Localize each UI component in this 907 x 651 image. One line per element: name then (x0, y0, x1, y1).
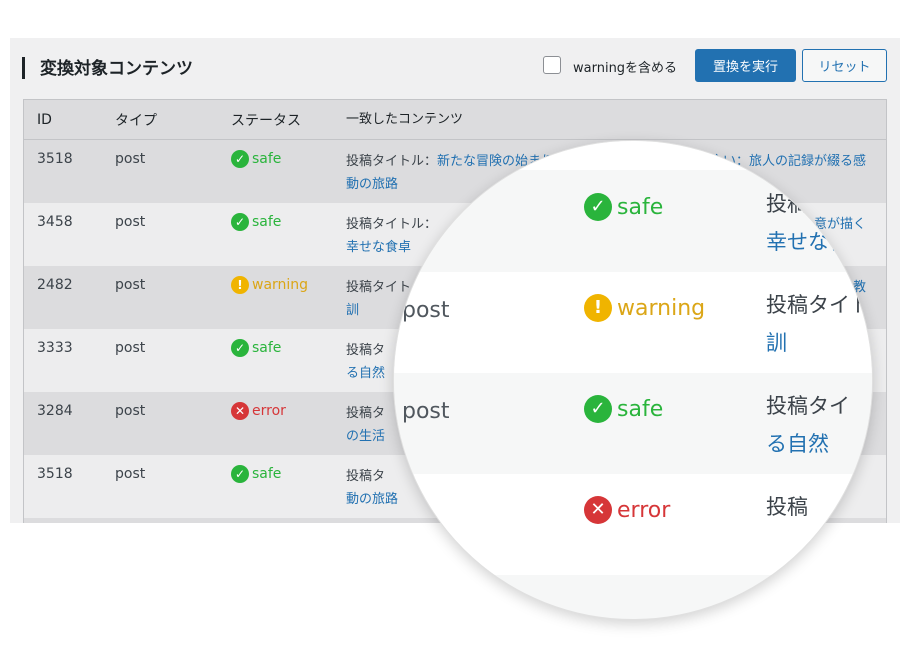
x-circle-icon: ✕ (584, 496, 612, 524)
magnified-status: ✕ error (584, 496, 670, 524)
include-warning-label[interactable]: warningを含める (573, 57, 677, 76)
check-circle-icon: ✓ (584, 193, 612, 221)
status-badge: ✓safe (231, 339, 281, 357)
status-label: safe (617, 194, 664, 220)
status-label: error (252, 403, 286, 419)
exclamation-circle-icon: ! (231, 276, 249, 294)
status-label: safe (252, 466, 282, 482)
magnified-status: ! warning (584, 294, 705, 322)
check-circle-icon: ✓ (231, 213, 249, 231)
cell-type: post (115, 277, 146, 293)
status-badge: ✓safe (584, 193, 663, 221)
magnified-status: ✓ safe (584, 395, 663, 423)
status-label: warning (252, 277, 309, 293)
cell-type: post (115, 340, 146, 356)
cell-id: 3284 (37, 403, 73, 419)
status-badge: ✓safe (231, 150, 281, 168)
magnified-content-link: 訓 (766, 331, 787, 355)
magnified-content: 投稿タイ る自然 (766, 387, 850, 463)
magnified-content: 投稿 (766, 488, 808, 526)
content-prefix: 投稿タ (346, 406, 386, 421)
column-header-status: ステータス (231, 112, 301, 129)
cell-type: post (115, 151, 146, 167)
x-circle-icon: ✕ (231, 402, 249, 420)
status-badge: ✓safe (584, 395, 663, 423)
status-label: safe (252, 340, 282, 356)
status-label: error (617, 497, 671, 523)
column-header-id: ID (37, 111, 52, 128)
content-prefix: 投稿タ (346, 343, 386, 358)
status-badge: ! warning (231, 276, 308, 294)
magnified-status: ✓ safe (584, 193, 663, 221)
cell-status: ✓safe (231, 329, 346, 392)
execute-replace-button[interactable]: 置換を実行 (695, 49, 796, 82)
column-header-content: 一致したコンテンツ (346, 112, 464, 127)
cell-id: 3333 (37, 340, 73, 356)
cell-type: post (115, 466, 146, 482)
magnified-content: 投稿タ 幸せな食 (766, 185, 850, 261)
status-label: warning (617, 295, 706, 321)
magnified-content-title: 投稿タ (766, 192, 829, 216)
status-badge: ✕ error (231, 402, 286, 420)
magnified-content-title: 投稿タイ (766, 394, 850, 418)
column-header-type: タイプ (115, 112, 157, 129)
magnified-content-link: 幸せな食 (766, 230, 850, 254)
status-badge: ✓safe (231, 465, 281, 483)
status-badge: ✓safe (231, 213, 281, 231)
table-header: ID タイプ ステータス 一致したコンテンツ (24, 100, 886, 140)
magnified-content-title: 投稿 (766, 495, 808, 519)
cell-id: 3518 (37, 466, 73, 482)
magnified-row: post! warning 投稿タイト訓 (394, 272, 872, 373)
magnifier-lens: ✓safe✓safe投稿タ幸せな食post!warning投稿タイト訓post✓… (393, 140, 873, 620)
cell-status: ✓safe (231, 203, 346, 266)
reset-button[interactable]: リセット (802, 49, 887, 82)
magnified-content: 投稿タイト訓 (766, 286, 871, 362)
exclamation-circle-icon: ! (584, 294, 612, 322)
cell-status: ✕ error (231, 392, 346, 455)
status-badge: ! warning (584, 294, 705, 322)
magnified-row: ✓ safe 投稿タ幸せな食 (394, 171, 872, 272)
magnified-content-title: 投稿タイト (766, 293, 871, 317)
magnified-content-link: る自然 (766, 432, 829, 456)
cell-status: ! warning (231, 266, 346, 329)
magnified-type: post (402, 399, 450, 424)
cell-id: 3518 (37, 151, 73, 167)
cell-type: post (115, 214, 146, 230)
cell-status: ✓safe (231, 455, 346, 518)
magnified-rows: ✓safe✓safe投稿タ幸せな食post!warning投稿タイト訓post✓… (394, 141, 872, 619)
check-circle-icon: ✓ (231, 465, 249, 483)
magnified-row: ✕ error 投稿 (394, 474, 872, 575)
check-circle-icon: ✓ (231, 150, 249, 168)
content-prefix: 投稿タ (346, 469, 386, 484)
panel-header: 変換対象コンテンツ warningを含める 置換を実行 リセット (10, 38, 900, 98)
magnified-row: post ✓ safe 投稿タイる自然 (394, 373, 872, 474)
title-accent-bar (22, 57, 25, 79)
cell-type: post (115, 403, 146, 419)
status-label: safe (252, 151, 282, 167)
check-circle-icon: ✓ (231, 339, 249, 357)
cell-status: ✓safe (231, 140, 346, 203)
magnified-row: ✓safe (394, 141, 872, 170)
magnified-type: post (402, 298, 450, 323)
cell-id: 2482 (37, 277, 73, 293)
check-circle-icon: ✓ (584, 395, 612, 423)
panel-title: 変換対象コンテンツ (40, 59, 193, 79)
status-label: safe (252, 214, 282, 230)
include-warning-checkbox[interactable] (543, 56, 561, 74)
status-label: safe (617, 396, 664, 422)
status-badge: ✕ error (584, 496, 670, 524)
cell-id: 3458 (37, 214, 73, 230)
